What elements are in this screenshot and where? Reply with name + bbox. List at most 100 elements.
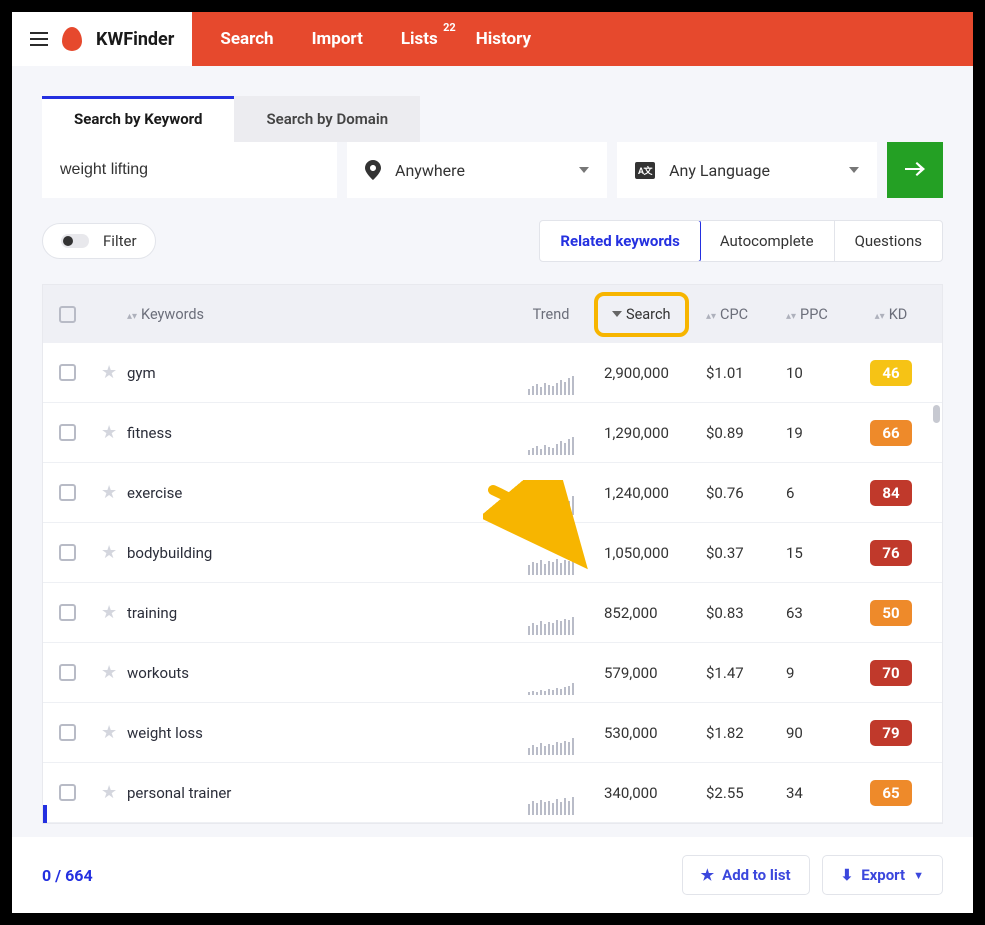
row-checkbox[interactable]: [59, 604, 76, 621]
export-button[interactable]: ⬇ Export ▼: [822, 855, 943, 895]
nav-history[interactable]: History: [476, 29, 531, 49]
cpc-value: $0.76: [706, 484, 786, 502]
ppc-value: 10: [786, 364, 856, 382]
cpc-value: $1.01: [706, 364, 786, 382]
hamburger-icon[interactable]: [30, 32, 48, 46]
keyword-text[interactable]: fitness: [127, 424, 172, 442]
search-volume: 579,000: [596, 664, 706, 682]
sort-icon: ▴▾: [127, 311, 137, 322]
chevron-down-icon: [579, 167, 589, 173]
favorite-star-icon[interactable]: ★: [101, 602, 117, 623]
row-checkbox[interactable]: [59, 544, 76, 561]
ppc-value: 34: [786, 784, 856, 802]
trend-sparkline: [506, 489, 596, 515]
trend-sparkline: [506, 429, 596, 455]
app-window: KWFinder Search Import Lists 22 History …: [12, 12, 973, 913]
filter-label: Filter: [103, 232, 137, 250]
nav-lists-badge: 22: [443, 21, 456, 34]
controls-row: Filter Related keywords Autocomplete Que…: [42, 220, 943, 262]
chevron-down-icon: ▼: [913, 869, 924, 882]
table-body: ★ gym 2,900,000 $1.01 10 46 ★ fitness 1,…: [43, 343, 942, 823]
view-tab-questions[interactable]: Questions: [835, 221, 942, 261]
favorite-star-icon[interactable]: ★: [101, 782, 117, 803]
th-keywords[interactable]: ▴▾Keywords: [127, 306, 506, 323]
keyword-text[interactable]: exercise: [127, 484, 182, 502]
nav-search[interactable]: Search: [220, 29, 273, 49]
ppc-value: 63: [786, 604, 856, 622]
table-row: ★ weight loss 530,000 $1.82 90 79: [43, 703, 942, 763]
tab-search-by-domain[interactable]: Search by Domain: [234, 96, 420, 142]
scrollbar-thumb[interactable]: [933, 405, 940, 423]
th-ppc[interactable]: ▴▾PPC: [786, 306, 856, 323]
row-checkbox[interactable]: [59, 784, 76, 801]
cpc-value: $0.83: [706, 604, 786, 622]
view-tab-related[interactable]: Related keywords: [539, 220, 700, 262]
favorite-star-icon[interactable]: ★: [101, 362, 117, 383]
search-volume: 340,000: [596, 784, 706, 802]
ppc-value: 15: [786, 544, 856, 562]
tab-search-by-keyword[interactable]: Search by Keyword: [42, 96, 234, 142]
keyword-text[interactable]: weight loss: [127, 724, 203, 742]
logo-icon: [62, 27, 82, 51]
toggle-icon: [61, 234, 89, 248]
top-bar: KWFinder Search Import Lists 22 History: [12, 12, 973, 66]
keyword-text[interactable]: training: [127, 604, 177, 622]
language-value: Any Language: [669, 161, 770, 180]
view-tab-autocomplete[interactable]: Autocomplete: [700, 221, 835, 261]
th-kd[interactable]: ▴▾KD: [856, 306, 926, 323]
th-cpc[interactable]: ▴▾CPC: [706, 306, 786, 323]
row-checkbox[interactable]: [59, 364, 76, 381]
cpc-value: $0.37: [706, 544, 786, 562]
trend-sparkline: [506, 549, 596, 575]
search-volume: 1,050,000: [596, 544, 706, 562]
row-checkbox[interactable]: [59, 424, 76, 441]
add-to-list-button[interactable]: ★ Add to list: [682, 855, 810, 895]
keyword-text[interactable]: gym: [127, 364, 156, 382]
ppc-value: 6: [786, 484, 856, 502]
search-row: Anywhere A文 Any Language: [42, 142, 943, 198]
row-checkbox[interactable]: [59, 664, 76, 681]
nav-import[interactable]: Import: [312, 29, 363, 49]
favorite-star-icon[interactable]: ★: [101, 482, 117, 503]
ppc-value: 19: [786, 424, 856, 442]
keyword-text[interactable]: personal trainer: [127, 784, 231, 802]
search-input-wrap: [42, 142, 337, 198]
search-button[interactable]: [887, 142, 943, 198]
search-volume: 2,900,000: [596, 364, 706, 382]
select-all-checkbox[interactable]: [59, 306, 76, 323]
table-row: ★ exercise 1,240,000 $0.76 6 84: [43, 463, 942, 523]
trend-sparkline: [506, 669, 596, 695]
th-trend[interactable]: Trend: [506, 306, 596, 323]
sort-desc-icon: [612, 311, 622, 317]
favorite-star-icon[interactable]: ★: [101, 422, 117, 443]
filter-toggle[interactable]: Filter: [42, 223, 156, 259]
sort-icon: ▴▾: [786, 311, 796, 322]
keyword-input[interactable]: [60, 161, 319, 179]
sort-icon: ▴▾: [706, 311, 716, 322]
ppc-value: 9: [786, 664, 856, 682]
row-checkbox[interactable]: [59, 484, 76, 501]
language-dropdown[interactable]: A文 Any Language: [617, 142, 877, 198]
download-icon: ⬇: [841, 866, 854, 884]
view-tabs: Related keywords Autocomplete Questions: [539, 220, 943, 262]
favorite-star-icon[interactable]: ★: [101, 542, 117, 563]
trend-sparkline: [506, 369, 596, 395]
table-header: ▴▾Keywords Trend Search ▴▾CPC ▴▾PPC ▴▾KD: [43, 285, 942, 343]
favorite-star-icon[interactable]: ★: [101, 662, 117, 683]
row-checkbox[interactable]: [59, 724, 76, 741]
kd-badge: 84: [870, 480, 912, 506]
cpc-value: $2.55: [706, 784, 786, 802]
table-row: ★ workouts 579,000 $1.47 9 70: [43, 643, 942, 703]
kd-badge: 50: [870, 600, 912, 626]
th-search[interactable]: Search: [596, 292, 706, 337]
keyword-text[interactable]: workouts: [127, 664, 189, 682]
keyword-text[interactable]: bodybuilding: [127, 544, 212, 562]
nav-lists-label: Lists: [401, 29, 438, 49]
search-volume: 530,000: [596, 724, 706, 742]
table-row: ★ gym 2,900,000 $1.01 10 46: [43, 343, 942, 403]
trend-sparkline: [506, 789, 596, 815]
location-dropdown[interactable]: Anywhere: [347, 142, 607, 198]
favorite-star-icon[interactable]: ★: [101, 722, 117, 743]
ppc-value: 90: [786, 724, 856, 742]
nav-lists[interactable]: Lists 22: [401, 29, 438, 49]
